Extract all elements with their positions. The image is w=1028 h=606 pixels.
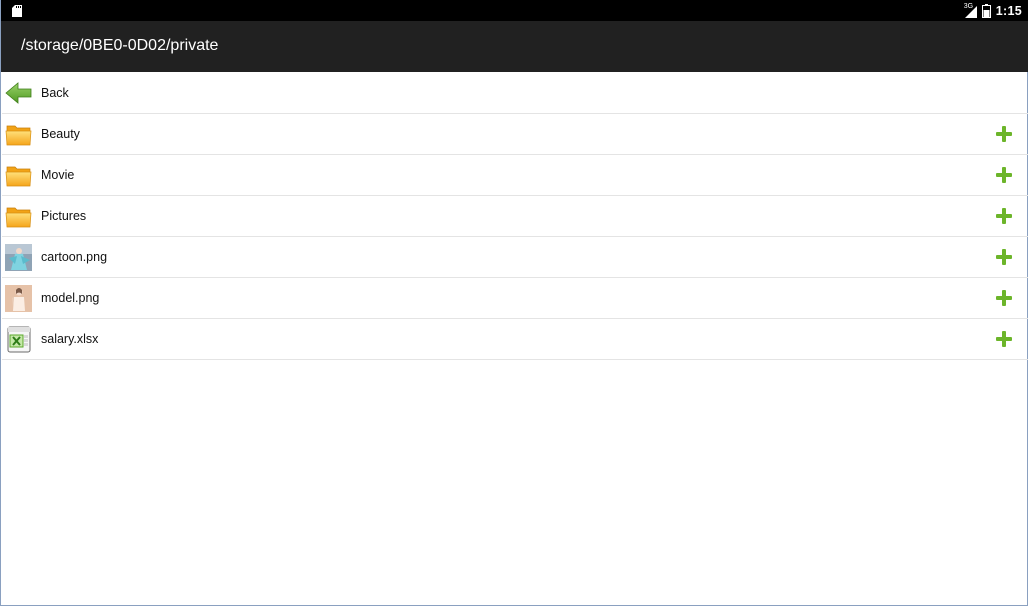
list-item-file[interactable]: model.png bbox=[2, 278, 1028, 319]
add-button[interactable] bbox=[996, 167, 1012, 183]
signal-icon: 3G bbox=[964, 3, 977, 18]
sd-card-icon bbox=[12, 5, 22, 17]
status-icons: 3G 1:15 bbox=[964, 3, 1022, 19]
list-item-folder[interactable]: Movie bbox=[2, 155, 1028, 196]
clock: 1:15 bbox=[995, 4, 1022, 18]
list-item-label: cartoon.png bbox=[41, 250, 108, 264]
list-item-label: Movie bbox=[41, 168, 75, 182]
folder-icon bbox=[5, 207, 32, 228]
excel-file-icon bbox=[7, 326, 31, 353]
current-path: /storage/0BE0-0D02/private bbox=[21, 37, 219, 54]
add-button[interactable] bbox=[996, 126, 1012, 142]
list-item-file[interactable]: cartoon.png bbox=[2, 237, 1028, 278]
back-arrow-icon bbox=[5, 82, 32, 104]
add-button[interactable] bbox=[996, 208, 1012, 224]
list-item-file[interactable]: salary.xlsx bbox=[2, 319, 1028, 360]
list-item-label: Back bbox=[41, 86, 69, 100]
list-item-label: Beauty bbox=[41, 127, 80, 141]
add-button[interactable] bbox=[996, 249, 1012, 265]
status-bar: 3G 1:15 bbox=[1, 0, 1028, 21]
file-list: Back Beauty Movie Pictures cartoon.png m… bbox=[2, 73, 1028, 360]
add-button[interactable] bbox=[996, 290, 1012, 306]
image-thumbnail-icon bbox=[5, 244, 32, 271]
battery-icon bbox=[981, 4, 991, 18]
folder-icon bbox=[5, 166, 32, 187]
app-window: 3G 1:15 /storage/0BE0-0D02/private Back … bbox=[0, 0, 1028, 606]
list-item-folder[interactable]: Pictures bbox=[2, 196, 1028, 237]
list-item-folder[interactable]: Beauty bbox=[2, 114, 1028, 155]
list-item-label: model.png bbox=[41, 291, 100, 305]
list-item-label: Pictures bbox=[41, 209, 87, 223]
add-button[interactable] bbox=[996, 331, 1012, 347]
image-thumbnail-icon bbox=[5, 285, 32, 312]
folder-icon bbox=[5, 125, 32, 146]
title-bar: /storage/0BE0-0D02/private bbox=[1, 21, 1028, 72]
list-item-back[interactable]: Back bbox=[2, 73, 1028, 114]
list-item-label: salary.xlsx bbox=[41, 332, 99, 346]
